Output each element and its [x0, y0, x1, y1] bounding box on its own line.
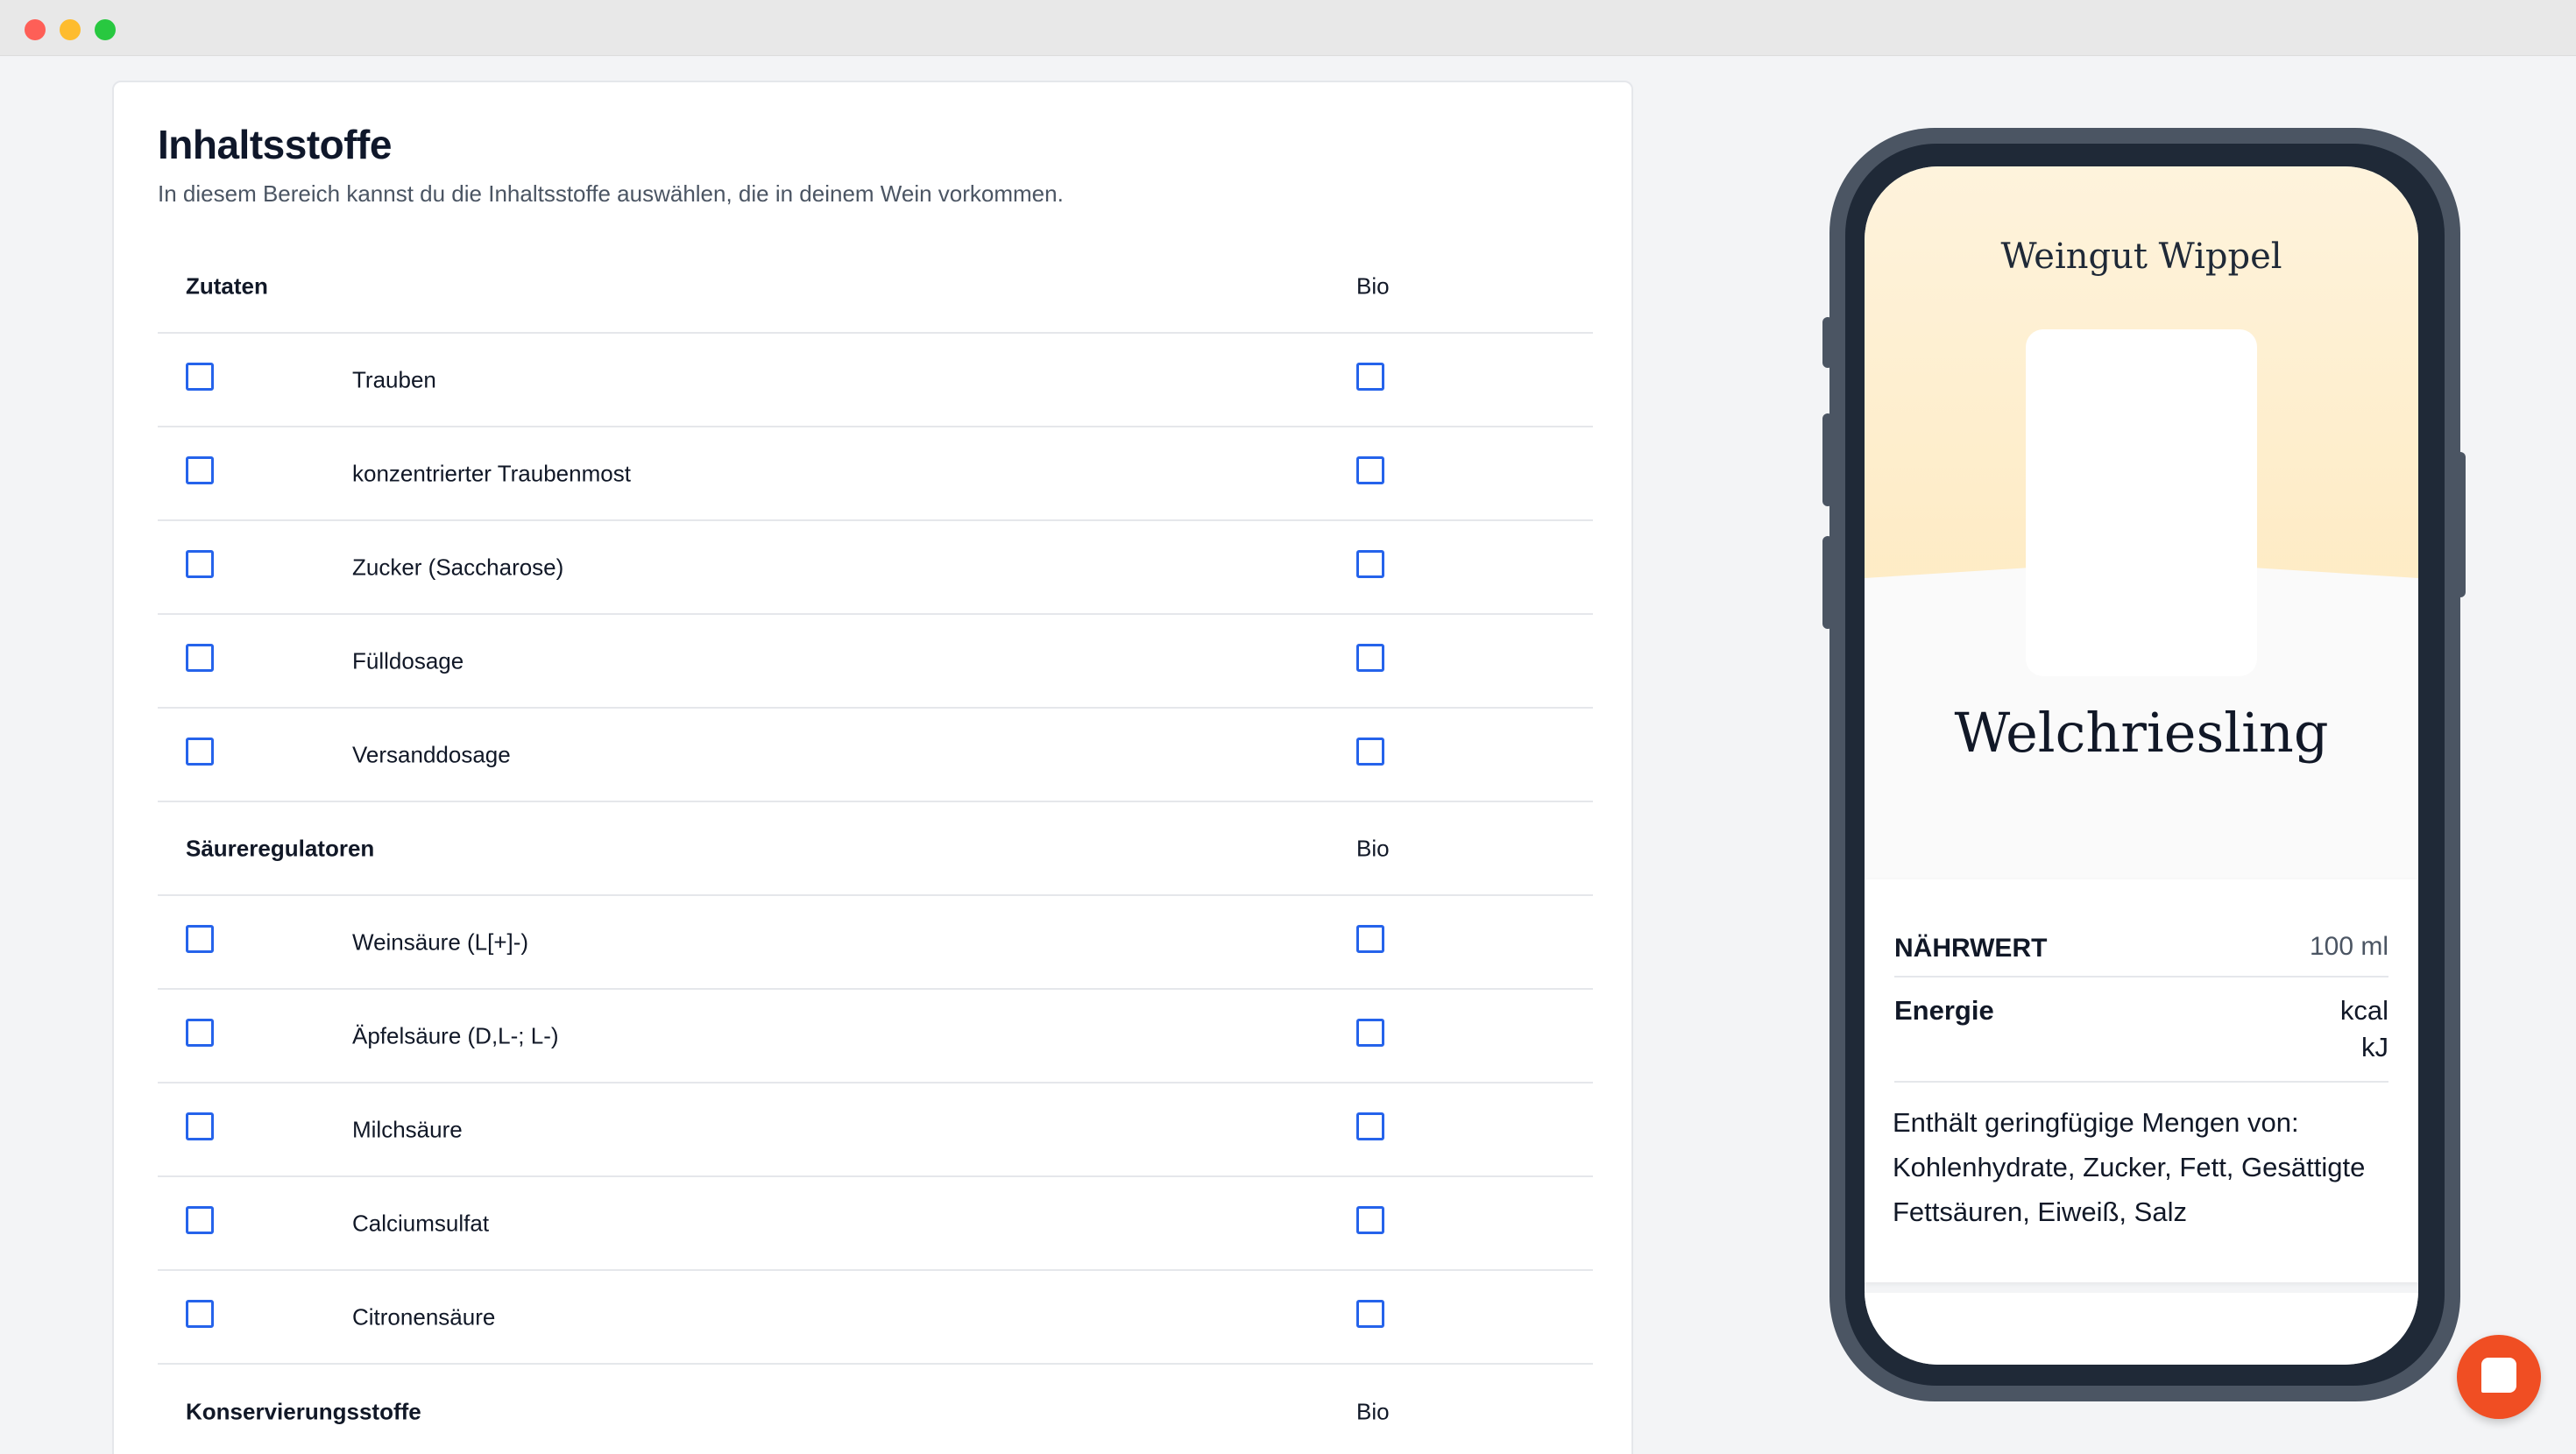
ingredient-label: Äpfelsäure (D,L-; L-) — [352, 1022, 559, 1048]
ingredient-checkbox[interactable] — [186, 737, 214, 766]
ingredients-table: Zutaten Bio Trauben konzentrierter Traubenm… — [158, 240, 1593, 1454]
screen-footer — [1865, 1293, 2418, 1365]
energy-label: Energie — [1894, 995, 1994, 1026]
ingredient-checkbox[interactable] — [186, 1299, 214, 1328]
bio-checkbox[interactable] — [1356, 924, 1384, 953]
close-window-icon[interactable] — [25, 19, 46, 40]
bio-checkbox[interactable] — [1356, 1112, 1384, 1140]
ingredient-row: Weinsäure (L[+]-) — [158, 896, 1593, 990]
page-description: In diesem Bereich kannst du die Inhaltss… — [158, 180, 1064, 207]
ingredient-checkbox[interactable] — [186, 924, 214, 953]
group-name: Säureregulatoren — [186, 835, 375, 861]
ingredient-label: Trauben — [352, 366, 436, 392]
ingredient-checkbox[interactable] — [186, 1112, 214, 1140]
ingredient-label: Fülldosage — [352, 647, 464, 674]
nutrition-header: NÄHRWERT 100 ml — [1894, 925, 2388, 978]
window-titlebar — [0, 0, 2576, 56]
nutrition-unit: 100 ml — [2309, 932, 2388, 961]
bio-checkbox[interactable] — [1356, 455, 1384, 484]
maximize-window-icon[interactable] — [95, 19, 116, 40]
ingredient-row: Milchsäure — [158, 1083, 1593, 1177]
bio-checkbox[interactable] — [1356, 1018, 1384, 1047]
ingredient-checkbox[interactable] — [186, 549, 214, 578]
ingredient-row: Versanddosage — [158, 709, 1593, 802]
ingredient-row: Trauben — [158, 334, 1593, 427]
bio-checkbox[interactable] — [1356, 362, 1384, 391]
nutrition-note: Enthält geringfügige Mengen von: Kohlenh… — [1893, 1107, 2366, 1227]
ingredient-label: konzentrierter Traubenmost — [352, 460, 631, 486]
ingredient-label: Calciumsulfat — [352, 1210, 490, 1236]
bio-column-label: Bio — [1356, 1398, 1390, 1424]
ingredient-row: konzentrierter Traubenmost — [158, 427, 1593, 521]
bio-checkbox[interactable] — [1356, 643, 1384, 672]
group-name: Konservierungsstoffe — [186, 1398, 421, 1424]
bio-checkbox[interactable] — [1356, 1299, 1384, 1328]
bio-checkbox[interactable] — [1356, 1205, 1384, 1234]
energy-row: Energie kcal kJ — [1894, 978, 2388, 1083]
bottle-image-placeholder — [2026, 329, 2257, 676]
ingredient-label: Weinsäure (L[+]-) — [352, 928, 529, 955]
ingredient-label: Milchsäure — [352, 1116, 463, 1142]
ingredient-checkbox[interactable] — [186, 643, 214, 672]
ingredient-row: Fülldosage — [158, 615, 1593, 709]
group-header-row: Säureregulatoren Bio — [158, 802, 1593, 896]
group-header-row: Zutaten Bio — [158, 240, 1593, 334]
ingredient-label: Zucker (Saccharose) — [352, 554, 564, 580]
ingredient-checkbox[interactable] — [186, 362, 214, 391]
ingredient-checkbox[interactable] — [186, 1018, 214, 1047]
nutrition-title: NÄHRWERT — [1894, 934, 2048, 963]
minimize-window-icon[interactable] — [60, 19, 81, 40]
ingredient-row: Calciumsulfat — [158, 1177, 1593, 1271]
ingredient-checkbox[interactable] — [186, 1205, 214, 1234]
ingredient-label: Versanddosage — [352, 741, 511, 767]
ingredient-row: Citronensäure — [158, 1271, 1593, 1365]
group-header-row: Konservierungsstoffe Bio — [158, 1365, 1593, 1454]
winery-name: Weingut Wippel — [2000, 236, 2282, 277]
phone-screen: Weingut Wippel Welchriesling NÄHRWERT 10… — [1865, 166, 2418, 1365]
group-name: Zutaten — [186, 272, 268, 299]
bio-column-label: Bio — [1356, 272, 1390, 299]
chat-button[interactable] — [2457, 1335, 2541, 1419]
bio-checkbox[interactable] — [1356, 737, 1384, 766]
page-title: Inhaltsstoffe — [158, 122, 392, 167]
bio-checkbox[interactable] — [1356, 549, 1384, 578]
bio-column-label: Bio — [1356, 835, 1390, 861]
nutrition-panel: NÄHRWERT 100 ml Energie kcal kJ Enthält … — [1865, 879, 2418, 1282]
ingredients-card: Inhaltsstoffe In diesem Bereich kannst d… — [112, 81, 1633, 1454]
energy-kcal-unit: kcal — [2339, 995, 2388, 1026]
energy-kj-unit: kJ — [2361, 1032, 2388, 1062]
ingredient-row: Äpfelsäure (D,L-; L-) — [158, 990, 1593, 1083]
chat-bubble-icon — [2481, 1358, 2516, 1393]
ingredient-checkbox[interactable] — [186, 455, 214, 484]
ingredient-label: Citronensäure — [352, 1303, 496, 1330]
wine-name: Welchriesling — [1954, 701, 2329, 765]
ingredient-row: Zucker (Saccharose) — [158, 521, 1593, 615]
